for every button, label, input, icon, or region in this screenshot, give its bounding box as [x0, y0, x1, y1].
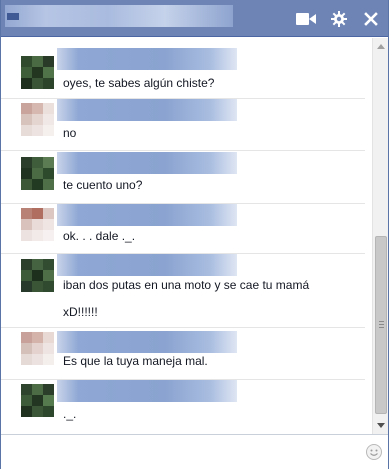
chat-window: oyes, te sabes algún chiste? no te cuent…: [0, 0, 389, 469]
chat-contact-name-blurred[interactable]: [5, 5, 233, 27]
sender-name-blurred[interactable]: [57, 99, 237, 121]
message-text: oyes, te sabes algún chiste?: [63, 76, 215, 90]
smiley-icon[interactable]: [365, 443, 383, 461]
scrollbar-thumb[interactable]: [375, 236, 387, 414]
message-list[interactable]: oyes, te sabes algún chiste? no te cuent…: [1, 38, 373, 434]
avatar[interactable]: [21, 384, 54, 417]
gear-icon[interactable]: [328, 8, 350, 30]
scrollbar-grip: [379, 327, 384, 328]
message-text: iban dos putas en una moto y se cae tu m…: [63, 278, 310, 292]
sender-name-blurred[interactable]: [57, 152, 237, 174]
message-group: iban dos putas en una moto y se cae tu m…: [1, 254, 365, 328]
sender-name-blurred[interactable]: [57, 331, 237, 353]
avatar[interactable]: [21, 103, 54, 136]
message-text: Es que la tuya maneja mal.: [63, 354, 208, 368]
scroll-up-arrow-icon[interactable]: [373, 38, 389, 55]
message-group: ._.: [1, 380, 365, 434]
online-status-icon: [7, 13, 19, 20]
message-group: no: [1, 99, 365, 151]
sender-name-blurred[interactable]: [57, 380, 237, 402]
scroll-down-arrow-icon[interactable]: [373, 417, 389, 434]
message-text: te cuento uno?: [63, 178, 143, 192]
scrollbar-grip: [379, 321, 384, 322]
avatar[interactable]: [21, 157, 54, 190]
sender-name-blurred[interactable]: [57, 48, 237, 70]
message-group: Es que la tuya maneja mal.: [1, 328, 365, 380]
video-camera-icon[interactable]: [295, 8, 317, 30]
scrollbar-grip: [379, 324, 384, 325]
message-input[interactable]: [7, 439, 347, 465]
chat-titlebar[interactable]: [1, 0, 388, 37]
message-group: ok. . . dale ._.: [1, 204, 365, 254]
sender-name-blurred[interactable]: [57, 204, 237, 226]
avatar[interactable]: [21, 332, 54, 365]
message-text: ok. . . dale ._.: [63, 229, 136, 243]
avatar[interactable]: [21, 56, 54, 89]
sender-name-blurred[interactable]: [57, 254, 237, 276]
avatar[interactable]: [21, 208, 54, 241]
scrollbar[interactable]: [372, 38, 388, 434]
message-composer: [1, 434, 388, 469]
message-text: ._.: [63, 407, 77, 421]
close-icon[interactable]: [360, 8, 382, 30]
message-text: xD!!!!!!: [63, 305, 98, 319]
avatar[interactable]: [21, 259, 54, 292]
message-group: te cuento uno?: [1, 151, 365, 204]
message-text: no: [63, 126, 77, 140]
message-group: oyes, te sabes algún chiste?: [1, 38, 365, 99]
